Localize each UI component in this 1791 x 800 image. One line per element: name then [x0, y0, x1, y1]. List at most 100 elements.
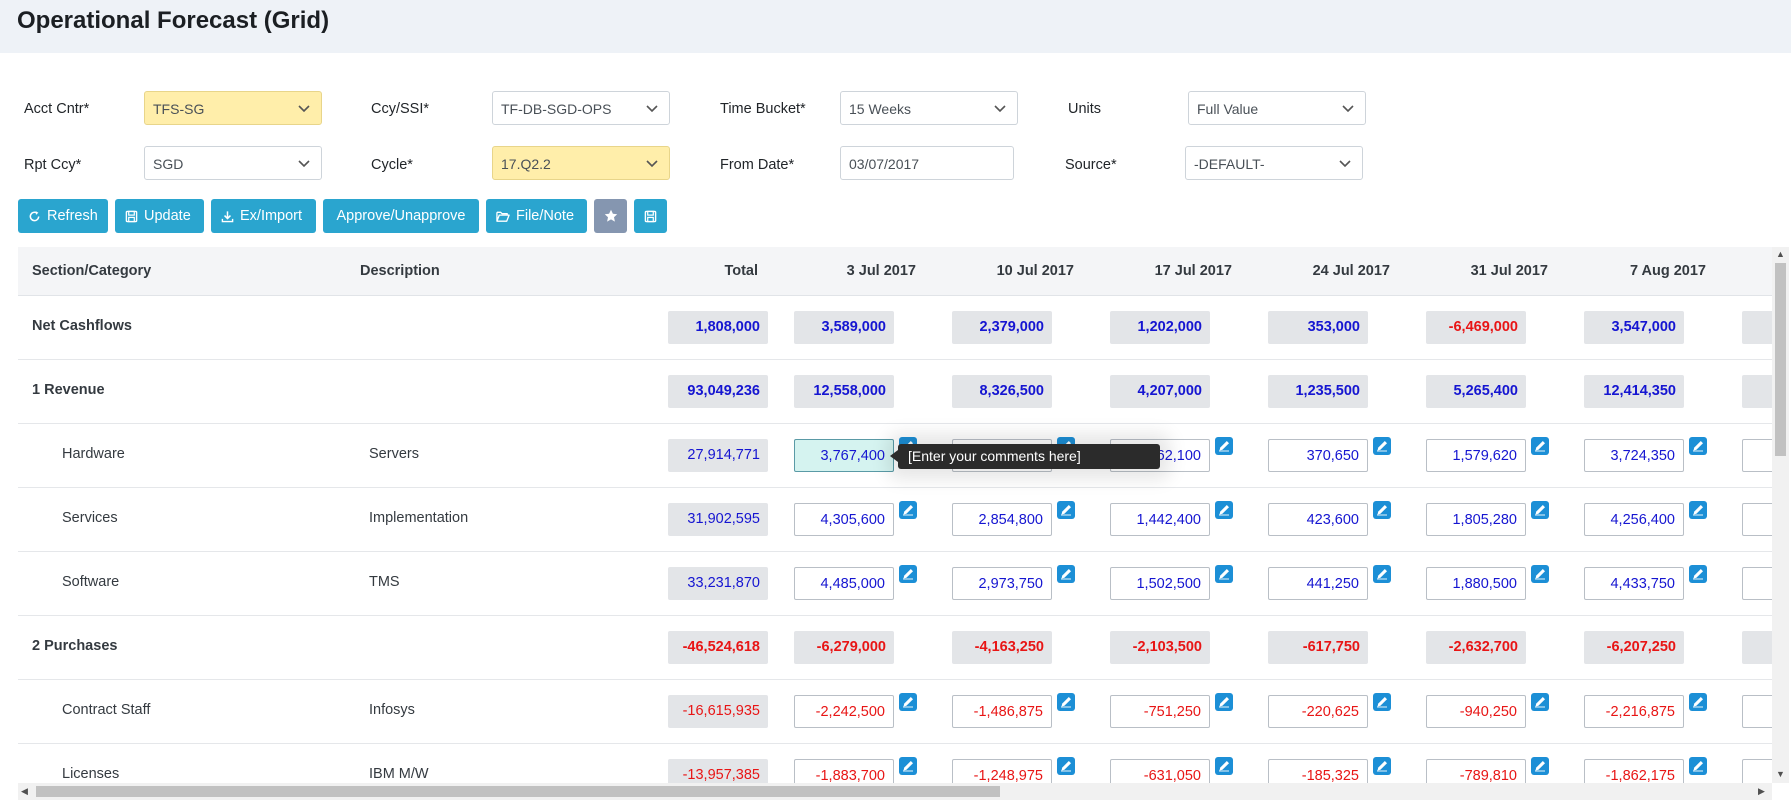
- horizontal-scroll-thumb[interactable]: [36, 786, 1000, 797]
- value-cell-week-1[interactable]: -2,242,500: [794, 695, 894, 728]
- vertical-scrollbar[interactable]: ▲ ▼: [1772, 247, 1789, 783]
- edit-comment-icon[interactable]: [1531, 437, 1549, 455]
- file-note-button[interactable]: File/Note: [486, 199, 587, 233]
- value-cell-clipped[interactable]: [1742, 503, 1772, 536]
- edit-comment-icon[interactable]: [1215, 693, 1233, 711]
- row-description: TMS: [369, 574, 400, 590]
- value-cell-week-2[interactable]: -1,248,975: [952, 759, 1052, 783]
- value-cell-week-4[interactable]: 423,600: [1268, 503, 1368, 536]
- edit-comment-icon[interactable]: [1057, 565, 1075, 583]
- edit-comment-icon[interactable]: [1057, 693, 1075, 711]
- header-week-6[interactable]: 7 Aug 2017: [1566, 263, 1706, 279]
- edit-comment-icon[interactable]: [899, 501, 917, 519]
- edit-comment-icon[interactable]: [1373, 693, 1391, 711]
- header-description[interactable]: Description: [360, 263, 440, 279]
- edit-comment-icon[interactable]: [1373, 501, 1391, 519]
- header-week-2[interactable]: 10 Jul 2017: [934, 263, 1074, 279]
- value-cell-week-4[interactable]: 441,250: [1268, 567, 1368, 600]
- value-cell-week-4[interactable]: 370,650: [1268, 439, 1368, 472]
- header-week-4[interactable]: 24 Jul 2017: [1250, 263, 1390, 279]
- value-cell-week-6[interactable]: -1,862,175: [1584, 759, 1684, 783]
- edit-comment-icon[interactable]: [1373, 757, 1391, 775]
- edit-comment-icon[interactable]: [1215, 757, 1233, 775]
- value-cell-week-6[interactable]: 3,724,350: [1584, 439, 1684, 472]
- refresh-button[interactable]: Refresh: [18, 199, 108, 233]
- edit-comment-icon[interactable]: [1689, 757, 1707, 775]
- value-cell-week-1[interactable]: -1,883,700: [794, 759, 894, 783]
- value-cell-week-6[interactable]: -2,216,875: [1584, 695, 1684, 728]
- cycle-select[interactable]: 17.Q2.2: [492, 146, 670, 180]
- time-bucket-select[interactable]: 15 Weeks: [840, 91, 1018, 125]
- scroll-left-icon[interactable]: ◀: [21, 786, 28, 797]
- scroll-right-icon[interactable]: ▶: [1758, 786, 1765, 797]
- edit-comment-icon[interactable]: [1057, 501, 1075, 519]
- edit-comment-icon[interactable]: [1689, 501, 1707, 519]
- value-cell-week-1[interactable]: 4,485,000: [794, 567, 894, 600]
- value-cell-week-5[interactable]: -789,810: [1426, 759, 1526, 783]
- header-week-3[interactable]: 17 Jul 2017: [1092, 263, 1232, 279]
- value-cell-clipped[interactable]: [1742, 567, 1772, 600]
- value-cell-week-5[interactable]: 1,805,280: [1426, 503, 1526, 536]
- value-cell-week-5[interactable]: -940,250: [1426, 695, 1526, 728]
- edit-comment-icon[interactable]: [1215, 437, 1233, 455]
- vertical-scroll-thumb[interactable]: [1775, 263, 1786, 456]
- header-week-5[interactable]: 31 Jul 2017: [1408, 263, 1548, 279]
- value-cell-week-1: -6,279,000: [794, 631, 894, 664]
- edit-comment-icon[interactable]: [1373, 565, 1391, 583]
- value-cell-week-2[interactable]: 2,973,750: [952, 567, 1052, 600]
- edit-comment-icon[interactable]: [1689, 437, 1707, 455]
- edit-comment-icon[interactable]: [899, 757, 917, 775]
- value-cell-week-3[interactable]: -751,250: [1110, 695, 1210, 728]
- value-cell-clipped[interactable]: [1742, 439, 1772, 472]
- ccy-ssi-select[interactable]: TF-DB-SGD-OPS: [492, 91, 670, 125]
- edit-comment-icon[interactable]: [1531, 501, 1549, 519]
- value-cell-week-2[interactable]: 2,854,800: [952, 503, 1052, 536]
- scroll-up-icon[interactable]: ▲: [1776, 249, 1785, 259]
- horizontal-scrollbar[interactable]: ◀ ▶: [18, 783, 1772, 800]
- edit-comment-icon[interactable]: [1531, 565, 1549, 583]
- value-cell-week-3: 1,202,000: [1110, 311, 1210, 344]
- value-cell-week-3[interactable]: 1,502,500: [1110, 567, 1210, 600]
- value-cell-week-4[interactable]: -220,625: [1268, 695, 1368, 728]
- header-section[interactable]: Section/Category: [32, 263, 151, 279]
- value-cell-week-1[interactable]: 4,305,600: [794, 503, 894, 536]
- value-cell-week-5: -6,469,000: [1426, 311, 1526, 344]
- approve-unapprove-button[interactable]: Approve/Unapprove: [323, 199, 479, 233]
- eximport-button[interactable]: Ex/Import: [211, 199, 316, 233]
- value-cell-week-5[interactable]: 1,880,500: [1426, 567, 1526, 600]
- value-cell-week-6[interactable]: 4,433,750: [1584, 567, 1684, 600]
- edit-comment-icon[interactable]: [1689, 693, 1707, 711]
- acct-cntr-select[interactable]: TFS-SG: [144, 91, 322, 125]
- edit-comment-icon[interactable]: [1531, 693, 1549, 711]
- table-row: Contract Staff Infosys -16,615,935 -2,242,5…: [18, 680, 1772, 744]
- value-cell-week-5[interactable]: 1,579,620: [1426, 439, 1526, 472]
- units-select[interactable]: Full Value: [1188, 91, 1366, 125]
- value-cell-week-2[interactable]: -1,486,875: [952, 695, 1052, 728]
- update-button[interactable]: Update: [115, 199, 204, 233]
- value-cell-week-3[interactable]: -631,050: [1110, 759, 1210, 783]
- scroll-down-icon[interactable]: ▼: [1776, 769, 1785, 779]
- value-cell-week-3[interactable]: 1,442,400: [1110, 503, 1210, 536]
- from-date-input[interactable]: 03/07/2017: [840, 146, 1014, 180]
- edit-comment-icon[interactable]: [899, 693, 917, 711]
- refresh-label: Refresh: [47, 208, 98, 224]
- header-week-1[interactable]: 3 Jul 2017: [776, 263, 916, 279]
- edit-comment-icon[interactable]: [1531, 757, 1549, 775]
- favorite-button[interactable]: [594, 199, 627, 233]
- edit-comment-icon[interactable]: [1373, 437, 1391, 455]
- value-cell-week-4[interactable]: -185,325: [1268, 759, 1368, 783]
- value-cell-clipped[interactable]: [1742, 695, 1772, 728]
- value-cell-clipped[interactable]: [1742, 759, 1772, 783]
- edit-comment-icon[interactable]: [1689, 565, 1707, 583]
- edit-comment-icon[interactable]: [899, 565, 917, 583]
- source-select[interactable]: -DEFAULT-: [1185, 146, 1363, 180]
- value-cell-week-1[interactable]: 3,767,400: [794, 439, 894, 472]
- value-cell-week-6[interactable]: 4,256,400: [1584, 503, 1684, 536]
- edit-comment-icon[interactable]: [1215, 501, 1233, 519]
- save-layout-button[interactable]: [634, 199, 667, 233]
- header-total[interactable]: Total: [618, 263, 758, 279]
- edit-comment-icon[interactable]: [1057, 757, 1075, 775]
- edit-comment-icon[interactable]: [1215, 565, 1233, 583]
- table-row: Software TMS 33,231,870 4,485,000 2,973,750 1…: [18, 552, 1772, 616]
- rpt-ccy-select[interactable]: SGD: [144, 146, 322, 180]
